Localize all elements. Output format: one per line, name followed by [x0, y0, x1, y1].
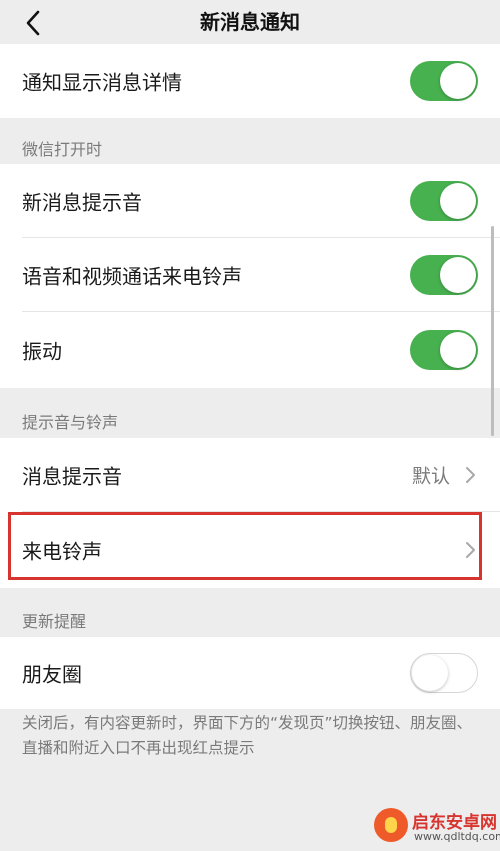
toggle-knob: [440, 257, 476, 293]
page-title: 新消息通知: [200, 10, 300, 34]
moments-toggle[interactable]: [410, 653, 478, 693]
chevron-right-icon: [466, 542, 475, 558]
watermark-url: www.qdltdq.com: [414, 830, 500, 843]
moments-row[interactable]: 朋友圈: [0, 637, 500, 709]
scrollbar[interactable]: [491, 226, 494, 436]
call-ringtone-row[interactable]: 语音和视频通话来电铃声: [0, 238, 500, 312]
moments-label: 朋友圈: [22, 662, 82, 687]
toggle-knob: [440, 183, 476, 219]
show-details-row[interactable]: 通知显示消息详情: [0, 44, 500, 118]
new-message-sound-toggle[interactable]: [410, 181, 478, 221]
section-header-wechat-open: 微信打开时: [22, 140, 103, 159]
navigation-bar: 新消息通知: [0, 0, 500, 44]
message-sound-label: 消息提示音: [22, 464, 122, 489]
chevron-right-icon: [466, 467, 475, 483]
vibrate-toggle[interactable]: [410, 330, 478, 370]
call-ringtone-toggle[interactable]: [410, 255, 478, 295]
section-header-sounds: 提示音与铃声: [22, 413, 119, 432]
toggle-knob: [412, 655, 448, 691]
show-details-label: 通知显示消息详情: [22, 70, 182, 95]
vibrate-label: 振动: [22, 339, 62, 364]
ringtone-row[interactable]: 来电铃声: [0, 512, 500, 588]
toggle-knob: [440, 332, 476, 368]
ringtone-label: 来电铃声: [22, 539, 102, 564]
new-message-sound-label: 新消息提示音: [22, 190, 142, 215]
new-message-sound-row[interactable]: 新消息提示音: [0, 164, 500, 238]
call-ringtone-label: 语音和视频通话来电铃声: [22, 264, 242, 289]
message-sound-value: 默认: [411, 465, 450, 488]
section-header-updates: 更新提醒: [22, 612, 87, 631]
vibrate-row[interactable]: 振动: [0, 312, 500, 388]
moments-footnote: 关闭后，有内容更新时，界面下方的“发现页”切换按钮、朋友圈、直播和附近入口不再出…: [22, 714, 473, 757]
show-details-toggle[interactable]: [410, 61, 478, 101]
toggle-knob: [440, 63, 476, 99]
watermark-logo-icon: [374, 808, 408, 842]
message-sound-row[interactable]: 消息提示音 默认: [0, 438, 500, 512]
